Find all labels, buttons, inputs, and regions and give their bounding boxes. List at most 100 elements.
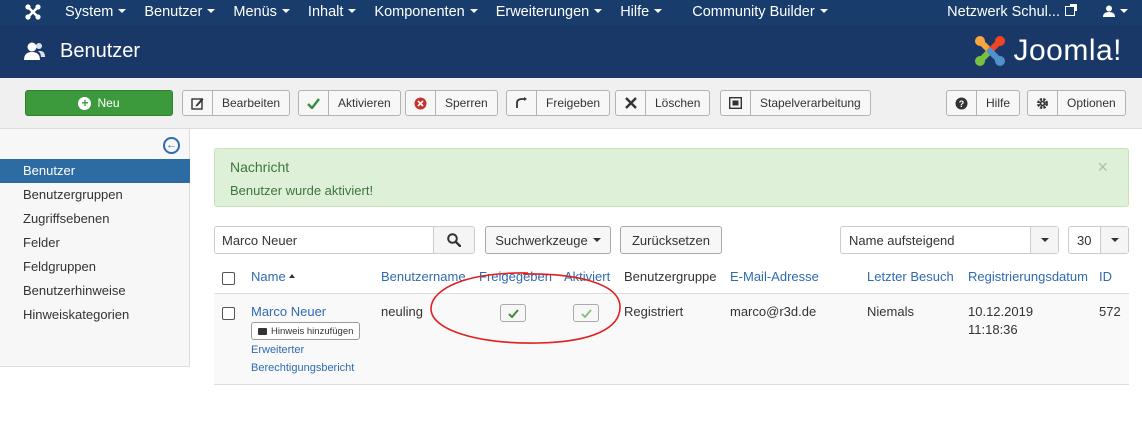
usergroup-cell: Registriert — [624, 304, 684, 319]
user-name-link[interactable]: Marco Neuer — [251, 304, 326, 319]
menu-community-builder[interactable]: Community Builder — [683, 0, 837, 25]
gear-icon — [1028, 91, 1058, 115]
menu-benutzer[interactable]: Benutzer — [135, 0, 224, 25]
search-icon — [447, 233, 461, 247]
chevron-down-icon — [348, 9, 357, 14]
menu-system[interactable]: System — [56, 0, 135, 25]
menu-inhalt[interactable]: Inhalt — [299, 0, 365, 25]
permissions-report-link-line1[interactable]: Erweiterter — [251, 344, 304, 356]
user-icon — [1103, 5, 1115, 17]
edit-button[interactable]: Bearbeiten — [182, 90, 291, 116]
joomla-brand: Joomla! — [973, 33, 1122, 69]
chevron-down-icon — [281, 9, 290, 14]
sidebar-item-benutzerhinweise[interactable]: Benutzerhinweise — [0, 279, 190, 303]
search-input[interactable] — [214, 226, 434, 254]
col-email[interactable]: E-Mail-Adresse — [730, 269, 819, 284]
chevron-down-icon — [1030, 227, 1058, 253]
chevron-down-icon — [594, 9, 603, 14]
menu-erweiterungen[interactable]: Erweiterungen — [487, 0, 612, 25]
check-icon — [299, 91, 329, 115]
reset-button[interactable]: Zurücksetzen — [620, 226, 722, 254]
batch-button[interactable]: Stapelverarbeitung — [720, 90, 871, 116]
unblock-button[interactable]: Freigeben — [506, 90, 611, 116]
users-icon — [24, 42, 45, 60]
page-header: Benutzer Joomla! — [0, 25, 1142, 78]
refresh-icon — [507, 91, 537, 115]
add-note-button[interactable]: Hinweis hinzufügen — [251, 322, 361, 340]
registration-date-cell: 10.12.2019 — [968, 304, 1034, 319]
activate-button[interactable]: Aktivieren — [298, 90, 401, 116]
approved-toggle[interactable] — [500, 304, 526, 322]
username-cell: neuling — [381, 304, 423, 319]
sidebar-item-benutzer[interactable]: Benutzer — [0, 159, 190, 183]
chevron-down-icon — [819, 9, 828, 14]
success-message: Nachricht Benutzer wurde aktiviert! × — [214, 148, 1129, 207]
chevron-down-icon — [207, 9, 216, 14]
registration-time-cell: 11:18:36 — [968, 322, 1018, 337]
sidebar-item-benutzergruppen[interactable]: Benutzergruppen — [0, 183, 190, 207]
email-cell: marco@r3d.de — [730, 304, 817, 319]
block-button[interactable]: Sperren — [405, 90, 498, 116]
col-activated[interactable]: Aktiviert — [564, 269, 610, 284]
col-username[interactable]: Benutzername — [381, 269, 466, 284]
select-all-checkbox[interactable] — [222, 272, 235, 285]
sidebar: ← Benutzer Benutzergruppen Zugriffsebene… — [0, 129, 190, 367]
message-heading: Nachricht — [230, 159, 290, 175]
chevron-down-icon — [1120, 9, 1128, 14]
menu-hilfe[interactable]: Hilfe — [611, 0, 671, 25]
options-button[interactable]: Optionen — [1027, 90, 1126, 116]
external-link-icon — [1065, 4, 1077, 17]
col-id[interactable]: ID — [1099, 269, 1112, 284]
help-button[interactable]: ? Hilfe — [946, 90, 1021, 116]
toolbar: + Neu Bearbeiten Aktivieren Sperren Freig… — [0, 78, 1142, 129]
chevron-down-icon — [469, 9, 478, 14]
user-menu[interactable] — [1089, 0, 1142, 25]
chevron-down-icon — [592, 238, 601, 242]
table-row: Marco Neuer Hinweis hinzufügen Erweitert… — [214, 294, 1129, 385]
batch-icon — [721, 91, 751, 115]
search-tools-button[interactable]: Suchwerkzeuge — [485, 226, 611, 254]
svg-text:?: ? — [959, 99, 965, 109]
id-cell: 572 — [1099, 304, 1121, 319]
check-icon — [507, 308, 519, 318]
col-name[interactable]: Name — [251, 269, 295, 284]
sort-asc-icon — [288, 274, 295, 279]
sidebar-item-felder[interactable]: Felder — [0, 231, 190, 255]
col-approved[interactable]: Freigegeben — [479, 269, 552, 284]
permissions-report-link-line2[interactable]: Berechtigungsbericht — [251, 362, 354, 374]
limit-select[interactable]: 30 — [1068, 226, 1129, 254]
last-visit-cell: Niemals — [867, 304, 914, 319]
menu-menues[interactable]: Menüs — [224, 0, 299, 25]
top-navbar: System Benutzer Menüs Inhalt Komponenten… — [0, 0, 1142, 25]
chevron-down-icon — [118, 9, 127, 14]
check-icon — [580, 308, 592, 318]
sidebar-item-feldgruppen[interactable]: Feldgruppen — [0, 255, 190, 279]
menu-komponenten[interactable]: Komponenten — [365, 0, 486, 25]
collapse-sidebar-icon[interactable]: ← — [163, 137, 180, 154]
note-card-icon — [258, 327, 267, 335]
joomla-brand-icon — [975, 36, 1006, 66]
col-usergroup: Benutzergruppe — [624, 269, 717, 284]
block-icon — [406, 91, 436, 115]
chevron-down-icon — [654, 9, 663, 14]
message-text: Benutzer wurde aktiviert! — [230, 183, 374, 198]
question-icon: ? — [947, 91, 977, 115]
site-link[interactable]: Netzwerk Schul... — [933, 0, 1089, 25]
col-registration-date[interactable]: Registrierungsdatum — [968, 269, 1088, 284]
activated-toggle[interactable] — [573, 304, 599, 322]
chevron-down-icon — [1100, 227, 1128, 253]
search-button[interactable] — [433, 226, 475, 254]
delete-button[interactable]: Löschen — [615, 90, 711, 116]
sidebar-item-hinweiskategorien[interactable]: Hinweiskategorien — [0, 303, 190, 327]
joomla-logo-icon[interactable] — [24, 3, 42, 21]
plus-circle-icon: + — [78, 96, 92, 110]
main-menu: System Benutzer Menüs Inhalt Komponenten… — [56, 0, 837, 25]
topnav-right: Netzwerk Schul... — [933, 0, 1142, 25]
new-button[interactable]: + Neu — [25, 90, 173, 116]
row-checkbox[interactable] — [222, 307, 235, 320]
close-icon[interactable]: × — [1097, 157, 1108, 178]
col-last-visit[interactable]: Letzter Besuch — [867, 269, 954, 284]
sidebar-item-zugriffsebenen[interactable]: Zugriffsebenen — [0, 207, 190, 231]
sort-select[interactable]: Name aufsteigend — [840, 226, 1059, 254]
brand-text: Joomla! — [1013, 34, 1122, 67]
